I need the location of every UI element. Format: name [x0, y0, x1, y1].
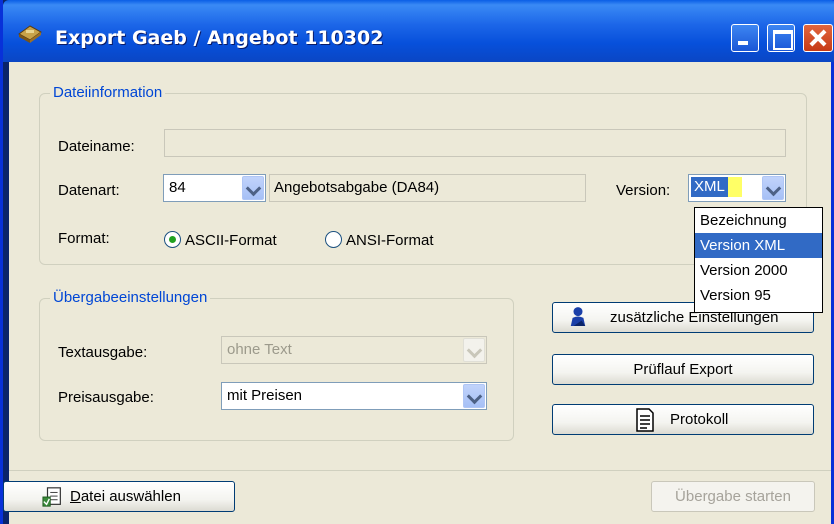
version-highlight	[727, 177, 742, 197]
chevron-down-icon[interactable]	[762, 176, 784, 200]
uebergabe-starten-label: Übergabe starten	[675, 488, 791, 505]
textausgabe-value: ohne Text	[227, 341, 292, 358]
datenart-description: Angebotsabgabe (DA84)	[269, 174, 586, 202]
textausgabe-label: Textausgabe:	[58, 344, 148, 361]
dateiinformation-title: Dateiinformation	[50, 84, 166, 101]
window-app-icon	[18, 25, 42, 43]
chevron-down-icon[interactable]	[463, 384, 485, 408]
window-left-edge	[3, 0, 9, 524]
protokoll-button[interactable]: Protokoll	[552, 404, 814, 435]
chevron-down-icon[interactable]	[463, 338, 485, 362]
version-option-95[interactable]: Version 95	[695, 283, 822, 308]
version-value: XML	[691, 177, 728, 197]
close-icon[interactable]	[803, 24, 833, 52]
version-combo[interactable]: XML	[688, 174, 786, 202]
ansi-format-label[interactable]: ANSI-Format	[346, 232, 434, 249]
export-window: Export Gaeb / Angebot 110302 Dateiinform…	[0, 0, 834, 524]
datenart-combo[interactable]: 84	[163, 174, 266, 202]
ascii-format-radio[interactable]	[164, 231, 181, 248]
version-dropdown-list[interactable]: Bezeichnung Version XML Version 2000 Ver…	[694, 207, 823, 313]
uebergabe-group: Übergabeeinstellungen	[39, 289, 514, 441]
prueflauf-label: Prüflauf Export	[633, 361, 733, 378]
preisausgabe-label: Preisausgabe:	[58, 389, 154, 406]
footer-divider	[9, 470, 831, 471]
dateiname-field[interactable]	[164, 129, 786, 157]
document-icon	[636, 408, 654, 432]
protokoll-label: Protokoll	[670, 411, 729, 428]
preisausgabe-value: mit Preisen	[227, 387, 303, 404]
datenart-description-text: Angebotsabgabe (DA84)	[274, 179, 440, 196]
file-select-icon	[42, 487, 61, 507]
preisausgabe-combo[interactable]: mit Preisen	[221, 382, 487, 410]
textausgabe-combo[interactable]: ohne Text	[221, 336, 487, 364]
version-option-bezeichnung[interactable]: Bezeichnung	[695, 208, 822, 233]
datei-auswaehlen-label: Datei auswählen	[70, 482, 181, 511]
version-label: Version:	[616, 182, 671, 199]
ascii-format-label[interactable]: ASCII-Format	[185, 232, 277, 249]
datei-accesskey: D	[70, 488, 81, 505]
datenart-value: 84	[169, 179, 186, 196]
uebergabe-starten-button[interactable]: Übergabe starten	[651, 481, 815, 512]
maximize-icon[interactable]	[767, 24, 795, 52]
format-label: Format:	[58, 230, 110, 247]
version-option-2000[interactable]: Version 2000	[695, 258, 822, 283]
datei-auswaehlen-button[interactable]: Datei auswählen	[3, 481, 235, 512]
user-settings-icon	[570, 307, 586, 326]
datei-rest-label: atei auswählen	[80, 488, 181, 505]
window-title: Export Gaeb / Angebot 110302	[55, 27, 384, 49]
prueflauf-export-button[interactable]: Prüflauf Export	[552, 354, 814, 385]
datenart-label: Datenart:	[58, 182, 120, 199]
uebergabe-title: Übergabeeinstellungen	[50, 289, 211, 306]
minimize-icon[interactable]	[731, 24, 759, 52]
ansi-format-radio[interactable]	[325, 231, 342, 248]
version-option-xml[interactable]: Version XML	[695, 233, 822, 258]
title-bar[interactable]: Export Gaeb / Angebot 110302	[3, 0, 834, 62]
chevron-down-icon[interactable]	[242, 176, 264, 200]
dateiname-label: Dateiname:	[58, 138, 135, 155]
